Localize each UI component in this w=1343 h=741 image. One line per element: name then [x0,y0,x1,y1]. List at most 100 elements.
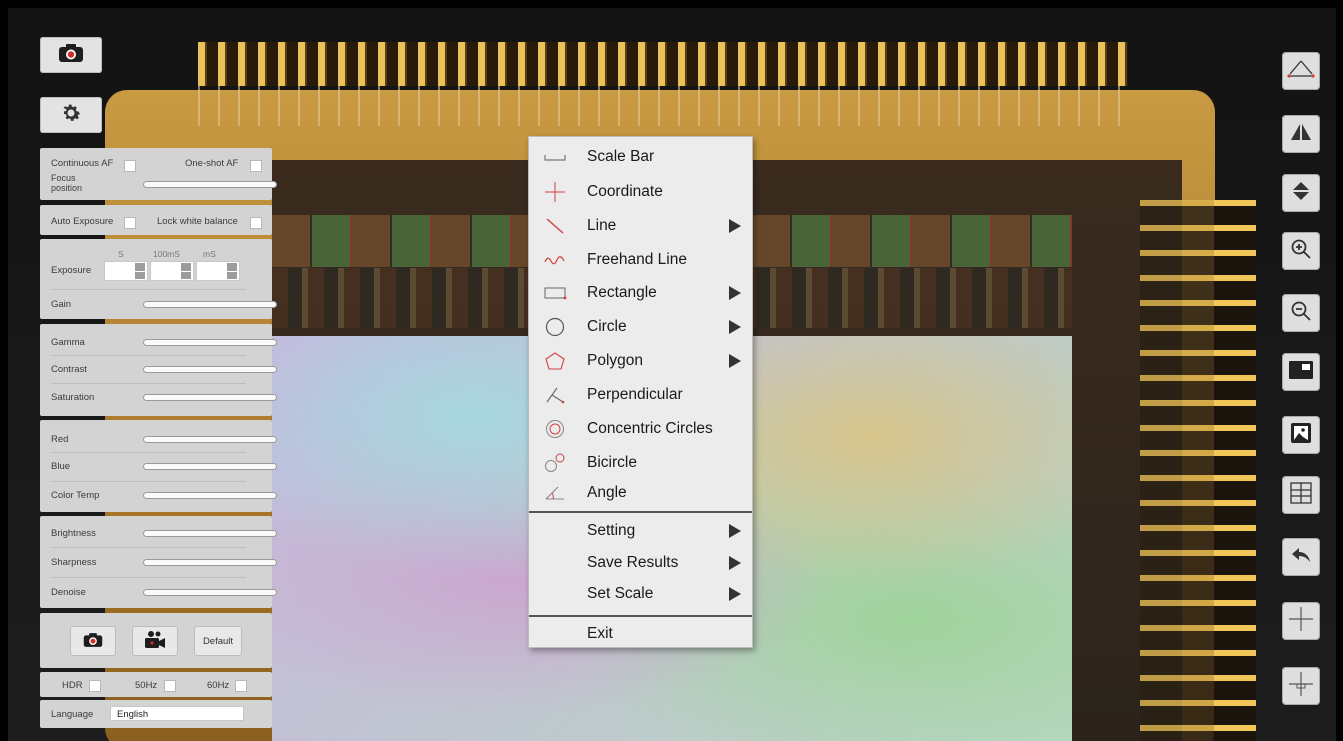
zoom-out-button[interactable] [1282,294,1320,332]
menu-item-setting[interactable]: Setting [529,516,752,546]
menu-item-freehand-line[interactable]: Freehand Line [529,245,752,275]
auto-exposure-label: Auto Exposure [51,216,114,227]
gain-slider[interactable] [143,301,277,308]
scale-bar-icon [543,147,567,167]
undo-icon [1290,545,1312,570]
exposure-ms-spinbox[interactable] [196,261,240,281]
gain-label: Gain [51,299,72,310]
menu-item-label: Perpendicular [587,386,683,403]
lock-white-balance-checkbox[interactable] [250,217,262,229]
menu-item-bicircle[interactable]: Bicircle [529,448,752,478]
capture-button[interactable] [40,37,102,73]
divider [51,383,246,384]
menu-item-line[interactable]: Line [529,211,752,241]
menu-item-label: Rectangle [587,284,657,301]
menu-item-polygon[interactable]: Polygon [529,346,752,376]
60hz-checkbox[interactable] [235,680,247,692]
grid-layout-button[interactable] [1282,476,1320,514]
bicircle-icon [543,453,567,473]
record-button[interactable] [132,626,178,656]
submenu-arrow-icon [729,587,741,601]
contrast-label: Contrast [51,364,87,375]
gear-icon [59,101,83,130]
flip-horizontal-button[interactable] [1282,115,1320,153]
zoom-in-button[interactable] [1282,232,1320,270]
image-gallery-button[interactable] [1282,416,1320,454]
picture-in-picture-icon [1287,358,1315,387]
one-shot-af-checkbox[interactable] [250,160,262,172]
50hz-checkbox[interactable] [164,680,176,692]
freehand-line-icon [543,250,567,270]
default-button[interactable]: Default [194,626,242,656]
line-icon [543,216,567,236]
snapshot-button[interactable] [70,626,116,656]
gamma-slider[interactable] [143,339,277,346]
50hz-label: 50Hz [135,680,158,691]
zoom-out-icon [1290,300,1312,327]
exposure-seconds-spinbox[interactable] [104,261,148,281]
focus-position-slider[interactable] [143,181,277,188]
denoise-slider[interactable] [143,589,277,596]
app-window: Continuous AF One-shot AF Focus position … [0,0,1343,741]
menu-item-angle[interactable]: Angle [529,478,752,508]
settings-button[interactable] [40,97,102,133]
spin-arrows-icon[interactable] [181,263,191,279]
menu-item-label: Polygon [587,352,644,369]
menu-item-concentric-circles[interactable]: Concentric Circles [529,414,752,444]
auto-exposure-checkbox[interactable] [124,217,136,229]
menu-item-circle[interactable]: Circle [529,312,752,342]
rectangle-icon [543,283,567,303]
blue-slider[interactable] [143,463,277,470]
spin-arrows-icon[interactable] [135,263,145,279]
undo-button[interactable] [1282,538,1320,576]
menu-item-coordinate[interactable]: Coordinate [529,177,752,207]
language-select[interactable]: English [110,706,244,721]
menu-separator [529,511,752,513]
saturation-label: Saturation [51,392,95,403]
crosshair-box-button[interactable] [1282,667,1320,705]
submenu-arrow-icon [729,219,741,233]
saturation-slider[interactable] [143,394,277,401]
camera-icon [58,43,84,68]
unit-100ms-label: 100mS [153,249,180,259]
menu-item-rectangle[interactable]: Rectangle [529,278,752,308]
red-slider[interactable] [143,436,277,443]
sharpness-slider[interactable] [143,559,277,566]
hdr-checkbox[interactable] [89,680,101,692]
language-panel: Language English [40,700,272,728]
divider [51,289,246,290]
menu-item-set-scale[interactable]: Set Scale [529,579,752,609]
menu-item-exit[interactable]: Exit [529,619,752,649]
continuous-af-checkbox[interactable] [124,160,136,172]
60hz-label: 60Hz [207,680,230,691]
color-temp-slider[interactable] [143,492,277,499]
blue-label: Blue [51,461,71,472]
zoom-in-icon [1290,238,1312,265]
measurement-tool-button[interactable] [1282,52,1320,90]
picture-in-picture-button[interactable] [1282,353,1320,391]
menu-item-label: Exit [587,625,613,642]
menu-item-save-results[interactable]: Save Results [529,548,752,578]
measurement-ruler-icon [1286,58,1316,85]
menu-item-perpendicular[interactable]: Perpendicular [529,380,752,410]
sharpness-label: Sharpness [51,557,97,568]
spin-arrows-icon[interactable] [227,263,237,279]
exposure-100ms-spinbox[interactable] [150,261,194,281]
submenu-arrow-icon [729,556,741,570]
flip-vertical-button[interactable] [1282,174,1320,212]
color-temp-label: Color Temp [51,490,100,501]
menu-item-label: Save Results [587,554,679,571]
crosshair-button[interactable] [1282,602,1320,640]
gamma-label: Gamma [51,337,85,348]
image-panel: Brightness Sharpness Denoise [40,516,277,608]
menu-item-label: Circle [587,318,627,335]
contrast-slider[interactable] [143,366,277,373]
focus-panel: Continuous AF One-shot AF Focus position [40,148,277,200]
menu-item-scale-bar[interactable]: Scale Bar [529,142,752,172]
brightness-label: Brightness [51,528,96,539]
polygon-icon [543,351,567,371]
menu-item-label: Angle [587,484,627,501]
brightness-slider[interactable] [143,530,277,537]
menu-item-label: Set Scale [587,585,654,602]
camera-icon [83,632,103,651]
